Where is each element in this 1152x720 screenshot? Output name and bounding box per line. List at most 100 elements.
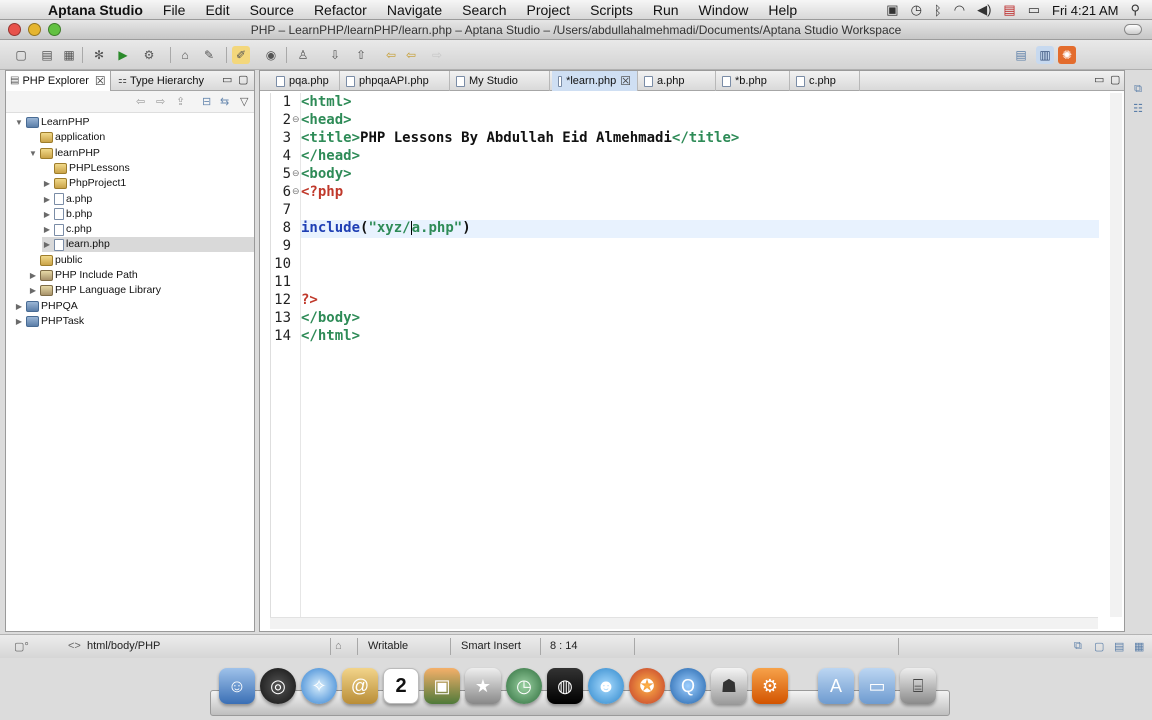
tree-item[interactable]: PHPLessons [42, 161, 254, 176]
menu-navigate[interactable]: Navigate [377, 2, 452, 18]
code-line[interactable]: </html> [301, 328, 360, 346]
menu-help[interactable]: Help [758, 2, 807, 18]
tree-item[interactable]: ▶ PHP Include Path [28, 268, 254, 283]
code-line[interactable]: ?> [301, 292, 318, 310]
debug-icon[interactable]: ✻ [90, 46, 108, 64]
globe-icon[interactable]: ◉ [262, 46, 280, 64]
code-line[interactable]: </body> [301, 310, 360, 328]
console-view-icon[interactable]: ▤ [1114, 640, 1124, 653]
minimize-editor-icon[interactable]: ▭ [1094, 73, 1104, 86]
breadcrumb[interactable]: html/body/PHP [87, 640, 160, 652]
menu-project[interactable]: Project [516, 2, 580, 18]
iphoto-icon[interactable]: ▣ [424, 668, 460, 704]
tab-php-explorer[interactable]: ▤ PHP Explorer ☒ [6, 71, 111, 91]
expand-toggle-icon[interactable]: ▶ [28, 283, 38, 298]
next-annotation-icon[interactable]: ⇩ [326, 46, 344, 64]
code-editor[interactable]: 1 2 ⊖ 3 4 5 ⊖ 6 ⊖ 7 8 9 10 11 12 13 14 <html> <head> <titl… [270, 93, 1099, 617]
maximize-editor-icon[interactable]: ▢ [1110, 73, 1120, 86]
up-nav-icon[interactable]: ⇪ [176, 95, 185, 108]
code-line[interactable]: <title>PHP Lessons By Abdullah Eid Almeh… [301, 130, 739, 148]
expand-toggle-icon[interactable]: ▶ [14, 314, 24, 329]
expand-toggle-icon[interactable]: ▶ [42, 192, 52, 207]
link-editor-icon[interactable]: ⇆ [220, 95, 229, 108]
app-menu[interactable]: Aptana Studio [48, 2, 143, 18]
expand-toggle-icon[interactable]: ▶ [28, 268, 38, 283]
tree-item[interactable]: public [28, 253, 254, 268]
back-icon[interactable]: ⇦ [382, 46, 400, 64]
quicktime-icon[interactable]: Q [670, 668, 706, 704]
back-nav-icon[interactable]: ⇦ [136, 95, 145, 108]
volume-icon[interactable]: ◀) [977, 2, 991, 18]
open-type-icon[interactable]: ⌂ [176, 46, 194, 64]
tree-item[interactable]: ▶ PhpProject1 [42, 176, 254, 191]
messenger-icon[interactable]: ☻ [588, 668, 624, 704]
studio-perspective-icon[interactable]: ✺ [1058, 46, 1076, 64]
applications-folder-icon[interactable]: A [818, 668, 854, 704]
zoin-icon[interactable]: ◍ [547, 668, 583, 704]
menu-window[interactable]: Window [689, 2, 759, 18]
close-tab-icon[interactable]: ☒ [620, 71, 631, 91]
fold-toggle-icon[interactable]: ⊖ [292, 114, 300, 125]
code-line[interactable]: </head> [301, 148, 360, 166]
menu-source[interactable]: Source [240, 2, 304, 18]
highlight-icon[interactable]: ✐ [232, 46, 250, 64]
tree-item[interactable]: ▶ PHPTask [14, 314, 254, 329]
editor-tab[interactable]: phpqaAPI.php [340, 71, 450, 91]
view-menu-icon[interactable]: ▽ [240, 95, 248, 108]
expand-toggle-icon[interactable]: ▶ [42, 207, 52, 222]
firefox-icon[interactable]: ✪ [629, 668, 665, 704]
editor-tab[interactable]: *learn.php ☒ [552, 71, 638, 91]
forward-icon[interactable]: ⇨ [428, 46, 446, 64]
minimize-panel-icon[interactable]: ▭ [222, 73, 232, 86]
menu-scripts[interactable]: Scripts [580, 2, 643, 18]
print-icon[interactable]: ▦ [60, 46, 78, 64]
editor-tab[interactable]: pqa.php [270, 71, 340, 91]
tree-item[interactable]: ▶ learn.php [42, 237, 254, 253]
menu-edit[interactable]: Edit [195, 2, 239, 18]
bluetooth-icon[interactable]: ᛒ [934, 3, 942, 18]
code-line[interactable]: <body> [301, 166, 352, 184]
search-tool-icon[interactable]: ✎ [200, 46, 218, 64]
save-icon[interactable]: ▤ [38, 46, 56, 64]
code-line[interactable]: <?php [301, 184, 343, 202]
preferences-user-icon[interactable]: ☗ [711, 668, 747, 704]
dashboard-icon[interactable]: ◎ [260, 668, 296, 704]
expand-toggle-icon[interactable]: ▶ [42, 176, 52, 191]
time-machine-icon[interactable]: ◷ [506, 668, 542, 704]
time-machine-icon[interactable]: ◷ [911, 2, 922, 18]
trash-icon[interactable]: ⌸ [900, 668, 936, 704]
editor-tab[interactable]: c.php [790, 71, 860, 91]
tab-type-hierarchy[interactable]: ⚏ Type Hierarchy [114, 71, 208, 91]
editor-tab[interactable]: *b.php [716, 71, 790, 91]
expand-toggle-icon[interactable]: ▼ [28, 146, 38, 161]
safari-icon[interactable]: ✧ [301, 668, 337, 704]
horizontal-scrollbar[interactable] [270, 617, 1098, 629]
code-line[interactable]: <head> [301, 112, 352, 130]
wifi-icon[interactable]: ◠ [954, 2, 965, 18]
expand-toggle-icon[interactable]: ▼ [14, 115, 24, 130]
fold-toggle-icon[interactable]: ⊖ [292, 186, 300, 197]
battery-icon[interactable]: ▭ [1028, 2, 1040, 18]
maximize-panel-icon[interactable]: ▢ [238, 73, 248, 86]
current-code-line[interactable]: include("xyz/a.php") [301, 220, 1099, 238]
forward-nav-icon[interactable]: ⇨ [156, 95, 165, 108]
system-preferences-icon[interactable]: ⚙ [752, 668, 788, 704]
finder-icon[interactable]: ☺ [219, 668, 255, 704]
tree-item[interactable]: ▶ PHPQA [14, 299, 254, 314]
editor-tab[interactable]: a.php [638, 71, 716, 91]
menu-file[interactable]: File [153, 2, 196, 18]
tree-item[interactable]: ▼ learnPHP [28, 146, 254, 161]
menu-refactor[interactable]: Refactor [304, 2, 377, 18]
imovie-icon[interactable]: ★ [465, 668, 501, 704]
tree-item[interactable]: ▶ PHP Language Library [28, 283, 254, 298]
restore-icon[interactable]: ⧉ [1130, 83, 1146, 99]
back-menu-icon[interactable]: ⇦ [402, 46, 420, 64]
fold-toggle-icon[interactable]: ⊖ [292, 168, 300, 179]
menu-search[interactable]: Search [452, 2, 516, 18]
editor-tab[interactable]: My Studio [450, 71, 550, 91]
prev-annotation-icon[interactable]: ⇧ [352, 46, 370, 64]
maximize-view-icon[interactable]: ▢ [1094, 640, 1104, 653]
flag-icon[interactable]: ▤ [1003, 2, 1015, 18]
vertical-scrollbar[interactable] [1110, 93, 1122, 617]
collapse-all-icon[interactable]: ⊟ [202, 95, 211, 108]
